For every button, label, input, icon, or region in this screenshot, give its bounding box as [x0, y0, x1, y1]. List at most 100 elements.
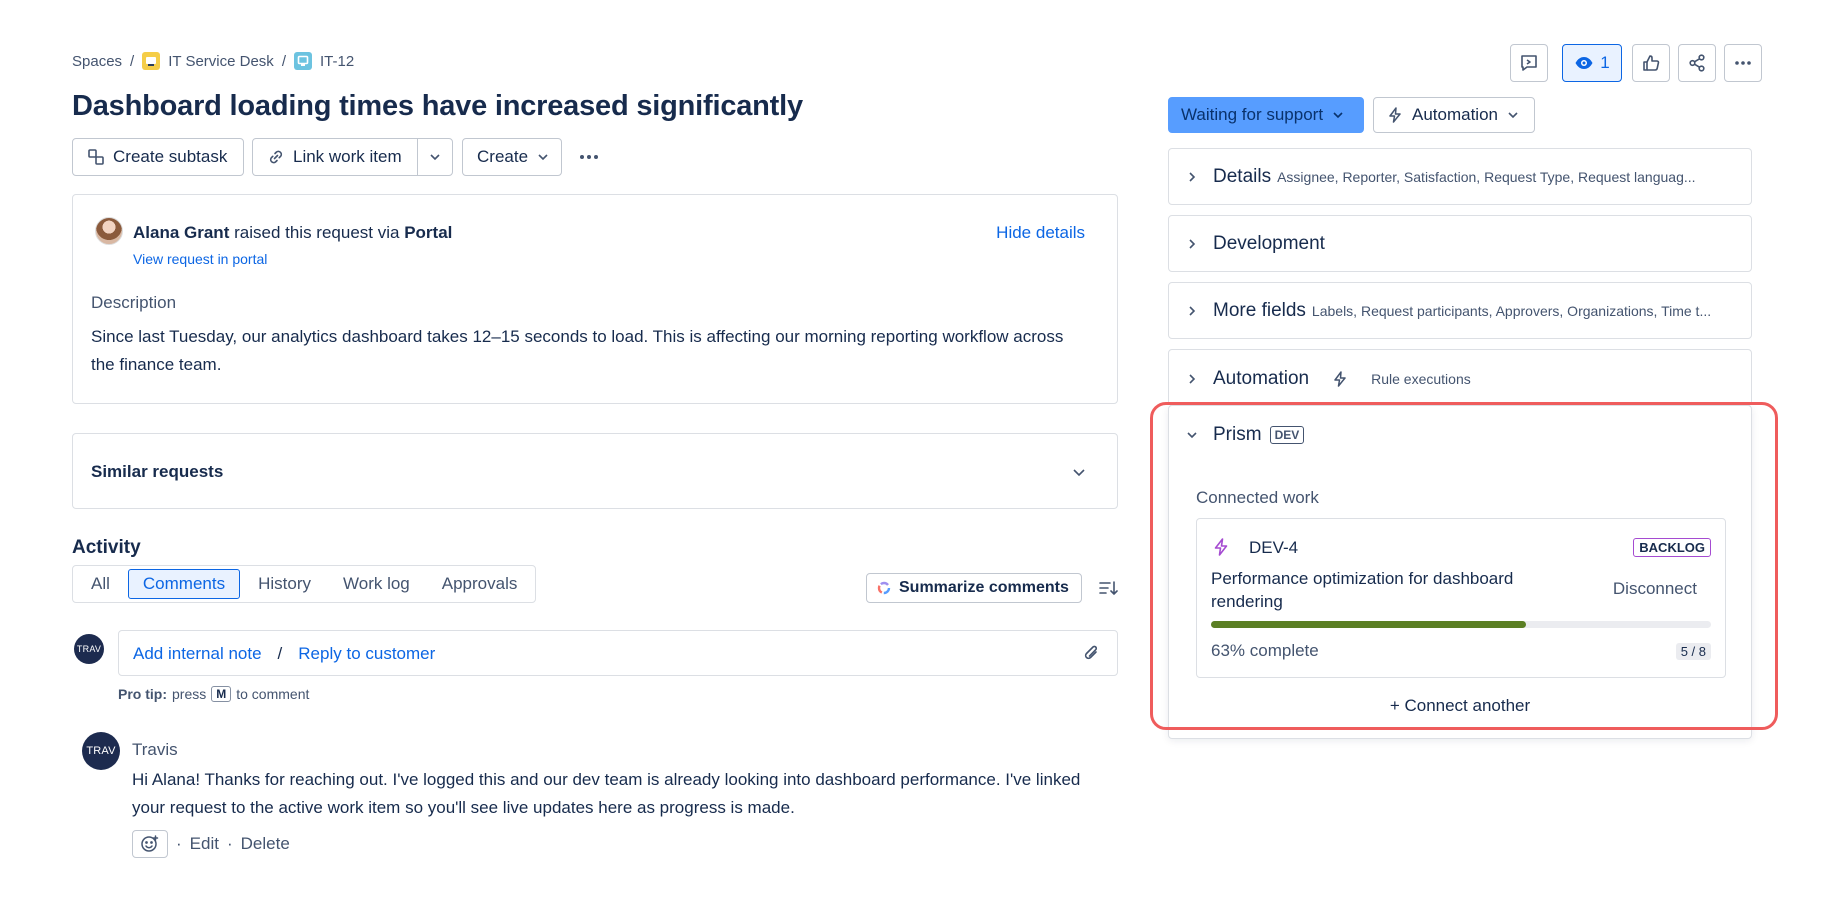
comment-body: Hi Alana! Thanks for reaching out. I've …	[132, 766, 1080, 822]
chevron-down-icon[interactable]	[1071, 464, 1087, 480]
status-label: Waiting for support	[1181, 105, 1324, 124]
chevron-down-icon	[1331, 108, 1345, 122]
details-panel[interactable]: Details Assignee, Reporter, Satisfaction…	[1168, 148, 1752, 205]
chevron-right-icon	[1185, 304, 1199, 318]
lightning-icon	[1331, 370, 1349, 388]
breadcrumb-spaces[interactable]: Spaces	[72, 53, 122, 70]
project-icon	[142, 52, 161, 70]
chevron-right-icon	[1185, 170, 1199, 184]
reporter-name[interactable]: Alana Grant	[133, 223, 229, 242]
like-button[interactable]	[1632, 44, 1670, 82]
composer-separator: /	[277, 644, 283, 663]
chevron-right-icon	[1185, 372, 1199, 386]
request-details-card: Alana Grant raised this request via Port…	[72, 194, 1118, 404]
thumbs-up-icon	[1641, 53, 1661, 73]
comment-author[interactable]: Travis	[132, 740, 178, 760]
more-fields-title: More fields	[1213, 299, 1306, 321]
highlight-outline	[1150, 402, 1778, 730]
link-work-item-dropdown[interactable]	[417, 138, 453, 176]
development-panel[interactable]: Development	[1168, 215, 1752, 272]
reply-to-customer-link[interactable]: Reply to customer	[298, 644, 435, 664]
tab-comments[interactable]: Comments	[127, 569, 241, 599]
activity-tabs: All Comments History Work log Approvals	[72, 565, 537, 603]
create-subtask-button[interactable]: Create subtask	[72, 138, 244, 176]
automation-panel-title: Automation	[1213, 368, 1310, 389]
comment-actions: · Edit · Delete	[132, 830, 290, 858]
comment-composer[interactable]: Add internal note / Reply to customer	[118, 630, 1118, 676]
breadcrumb-separator: /	[281, 52, 286, 70]
pro-tip: Pro tip: press M to comment	[118, 686, 309, 702]
more-horizontal-icon	[1733, 53, 1753, 73]
description-line: Since last Tuesday, our analytics dashbo…	[91, 327, 1064, 346]
issue-type-icon	[293, 52, 312, 70]
tab-approvals[interactable]: Approvals	[428, 569, 532, 599]
details-title: Details	[1213, 165, 1272, 187]
tab-history[interactable]: History	[244, 569, 325, 599]
status-dropdown[interactable]: Waiting for support	[1168, 97, 1364, 133]
request-origin: Alana Grant raised this request via Port…	[133, 223, 452, 243]
feedback-icon	[1519, 53, 1539, 73]
similar-requests-panel[interactable]: Similar requests	[72, 433, 1118, 509]
raised-text: raised this request via	[234, 223, 400, 242]
more-options-button[interactable]	[1724, 44, 1762, 82]
reporter-avatar[interactable]	[95, 217, 123, 245]
composer-actions: Add internal note / Reply to customer	[133, 644, 435, 664]
add-internal-note-link[interactable]: Add internal note	[133, 644, 262, 664]
share-icon	[1687, 53, 1707, 73]
link-icon	[267, 148, 285, 166]
automation-panel-summary: Rule executions	[1371, 371, 1471, 387]
view-request-portal-link[interactable]: View request in portal	[133, 251, 267, 267]
automation-panel[interactable]: Automation Rule executions	[1168, 349, 1752, 406]
link-work-item-label: Link work item	[293, 147, 402, 166]
description-label: Description	[91, 293, 177, 312]
edit-comment-link[interactable]: Edit	[190, 834, 219, 854]
comment-line: Hi Alana! Thanks for reaching out. I've …	[132, 770, 1081, 789]
watch-count: 1	[1600, 53, 1610, 72]
create-label: Create	[477, 147, 529, 166]
activity-heading: Activity	[72, 537, 141, 558]
development-title: Development	[1213, 232, 1325, 254]
tab-all[interactable]: All	[77, 569, 124, 599]
more-fields-panel[interactable]: More fields Labels, Request participants…	[1168, 282, 1752, 339]
pro-tip-rest: to comment	[236, 686, 310, 702]
eye-icon	[1574, 53, 1594, 73]
keyboard-key: M	[211, 686, 232, 702]
breadcrumb-issue-key[interactable]: IT-12	[320, 53, 354, 70]
comment-line: your request to the active work item so …	[132, 798, 795, 817]
chevron-down-icon	[1506, 108, 1520, 122]
summarize-comments-label: Summarize comments	[899, 579, 1069, 596]
similar-requests-title: Similar requests	[91, 462, 224, 481]
watch-button[interactable]: 1	[1562, 44, 1622, 82]
link-work-item-button[interactable]: Link work item	[252, 138, 418, 176]
attachment-icon[interactable]	[1083, 644, 1101, 662]
summarize-comments-button[interactable]: Summarize comments	[866, 573, 1082, 603]
action-separator: ·	[226, 834, 233, 853]
breadcrumb-project[interactable]: IT Service Desk	[168, 53, 274, 70]
tab-work-log[interactable]: Work log	[329, 569, 424, 599]
details-summary: Assignee, Reporter, Satisfaction, Reques…	[1277, 168, 1696, 185]
emoji-add-icon	[140, 834, 160, 854]
pro-tip-label: Pro tip:	[118, 686, 167, 702]
more-fields-summary: Labels, Request participants, Approvers,…	[1311, 302, 1712, 319]
breadcrumb: Spaces / IT Service Desk / IT-12	[72, 52, 354, 70]
ai-sparkle-icon	[877, 581, 891, 595]
chevron-down-icon	[536, 150, 550, 164]
automation-dropdown[interactable]: Automation	[1373, 97, 1535, 133]
delete-comment-link[interactable]: Delete	[241, 834, 290, 854]
chevron-right-icon	[1185, 237, 1199, 251]
request-channel: Portal	[404, 223, 453, 242]
comment-author-avatar[interactable]: TRAV	[82, 732, 120, 770]
more-actions-icon[interactable]	[578, 146, 600, 168]
create-button[interactable]: Create	[462, 138, 562, 176]
feedback-button[interactable]	[1510, 44, 1548, 82]
pro-tip-press: press	[172, 686, 207, 702]
automation-label: Automation	[1412, 105, 1498, 124]
description-line: the finance team.	[91, 355, 222, 374]
sort-icon[interactable]	[1098, 578, 1118, 598]
add-reaction-button[interactable]	[132, 830, 168, 858]
page-title[interactable]: Dashboard loading times have increased s…	[72, 90, 803, 123]
action-separator: ·	[176, 834, 182, 853]
hide-details-link[interactable]: Hide details	[996, 223, 1085, 243]
create-subtask-label: Create subtask	[113, 147, 228, 166]
share-button[interactable]	[1678, 44, 1716, 82]
